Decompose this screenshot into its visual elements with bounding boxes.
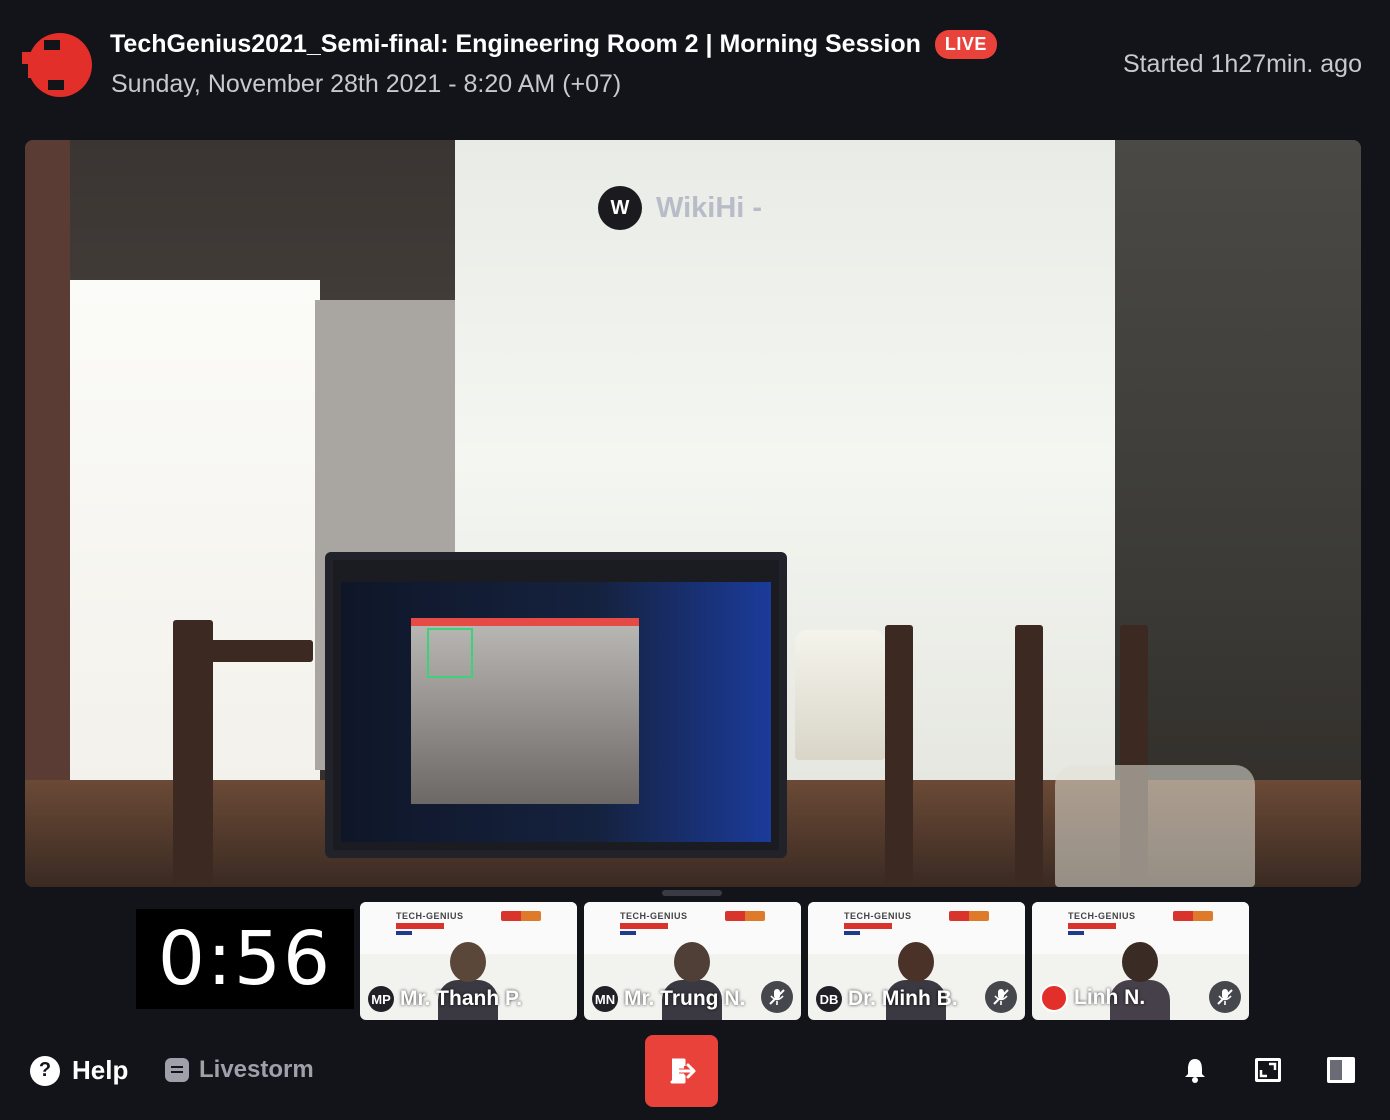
participant-name: Dr. Minh B. [848,987,958,1010]
participant-avatar [1040,984,1068,1012]
layout-icon [1327,1057,1355,1083]
help-label: Help [72,1055,129,1085]
leave-button[interactable] [645,1035,718,1107]
main-video-stage[interactable] [25,140,1361,887]
resize-handle[interactable] [662,890,722,896]
livestorm-label: Livestorm [199,1056,314,1083]
livestorm-link[interactable]: Livestorm [165,1056,314,1084]
bell-icon [1185,1059,1205,1083]
participant-avatar: DB [816,986,842,1012]
tile-brand: TECH-GENIUS [1068,911,1136,921]
tile-brand: TECH-GENIUS [396,911,464,921]
layout-toggle-button[interactable] [1326,1055,1356,1085]
event-title-row: TechGenius2021_Semi-final: Engineering R… [110,30,997,59]
fullscreen-button[interactable] [1253,1055,1283,1085]
laptop-in-video [325,552,787,858]
mic-off-icon [1209,981,1241,1013]
participant-name: Mr. Thanh P. [400,987,523,1010]
participant-name: Mr. Trung N. [624,987,746,1010]
participant-avatar: MP [368,986,394,1012]
participant-name: Linh N. [1074,986,1146,1009]
started-time: Started 1h27min. ago [1122,50,1362,78]
participant-tile[interactable]: TECH-GENIUS Linh N. [1032,902,1249,1020]
live-badge: LIVE [934,30,997,59]
participant-tile[interactable]: TECH-GENIUS MP Mr. Thanh P. [360,902,577,1020]
mic-off-icon [761,981,793,1013]
livestorm-icon [165,1058,189,1082]
mic-off-icon [985,981,1017,1013]
countdown-timer: 0:56 [136,909,354,1009]
active-speaker-label: W WikiHi - [598,186,762,230]
participant-tile[interactable]: TECH-GENIUS MN Mr. Trung N. [584,902,801,1020]
event-date: Sunday, November 28th 2021 - 8:20 AM (+0… [111,70,622,98]
event-title: TechGenius2021_Semi-final: Engineering R… [110,30,921,58]
participant-avatar: MN [592,986,618,1012]
speaker-name: WikiHi - [656,191,763,224]
help-icon: ? [30,1055,60,1086]
participant-tile[interactable]: TECH-GENIUS DB Dr. Minh B. [808,902,1025,1020]
fullscreen-icon [1255,1058,1281,1082]
speaker-avatar: W [598,186,642,230]
leave-icon [670,1058,695,1084]
tile-brand: TECH-GENIUS [844,911,912,921]
tile-brand: TECH-GENIUS [620,911,688,921]
logo-icon [22,33,92,97]
help-button[interactable]: ? Help [30,1055,128,1086]
notifications-button[interactable] [1180,1055,1210,1085]
